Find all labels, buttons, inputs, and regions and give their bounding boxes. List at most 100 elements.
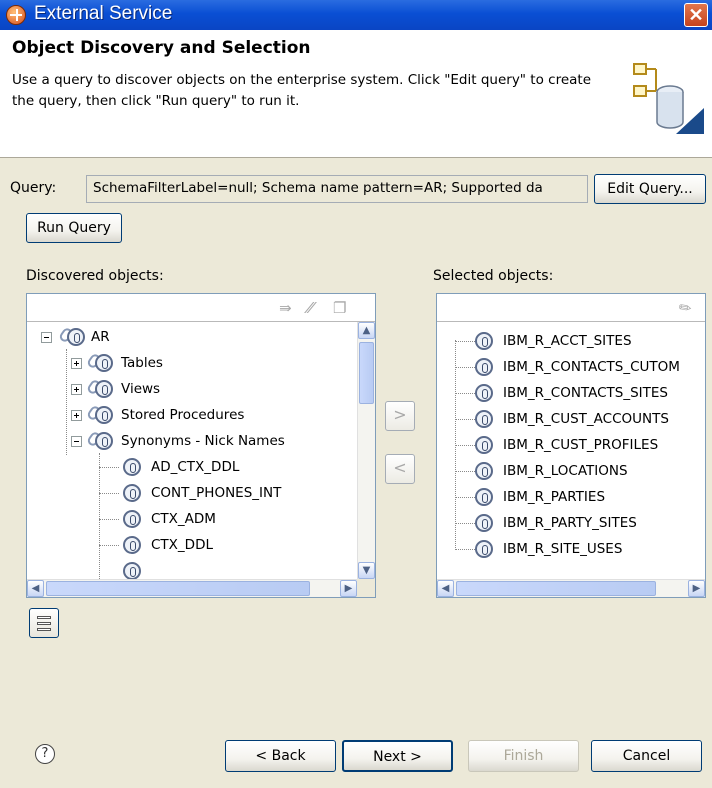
properties-icon xyxy=(37,622,51,625)
collapse-icon[interactable] xyxy=(41,332,52,343)
tree-node-partial xyxy=(27,558,357,579)
tree-node-label: Tables xyxy=(121,355,163,371)
edit-query-button[interactable]: Edit Query... xyxy=(594,174,706,204)
object-icon xyxy=(95,380,113,398)
scroll-thumb[interactable] xyxy=(46,581,310,596)
finish-button[interactable]: Finish xyxy=(468,740,579,772)
expand-icon[interactable] xyxy=(71,384,82,395)
pencil-icon[interactable]: ✎ xyxy=(675,297,696,319)
selected-item-label: IBM_R_CUST_ACCOUNTS xyxy=(503,411,669,427)
scroll-left-button[interactable]: ◀ xyxy=(437,580,454,597)
external-service-icon xyxy=(6,5,26,25)
database-wizard-icon xyxy=(633,63,704,134)
tree-node-stored-procedures[interactable]: Stored Procedures xyxy=(27,402,357,428)
remove-selection-button[interactable]: < xyxy=(385,454,415,484)
tree-node-ad-ctx-ddl[interactable]: AD_CTX_DDL xyxy=(27,454,357,480)
page-description: Use a query to discover objects on the e… xyxy=(12,72,592,109)
synonym-icon xyxy=(475,436,493,454)
scroll-thumb[interactable] xyxy=(456,581,656,596)
next-button[interactable]: Next > xyxy=(342,740,453,772)
synonym-icon xyxy=(475,332,493,350)
synonym-icon xyxy=(475,462,493,480)
scroll-thumb[interactable] xyxy=(359,342,374,404)
discovered-horizontal-scrollbar[interactable]: ◀ ▶ xyxy=(27,579,357,597)
tree-node-label: Synonyms - Nick Names xyxy=(121,433,285,449)
properties-icon xyxy=(37,628,51,631)
properties-icon xyxy=(37,616,51,619)
query-field[interactable]: SchemaFilterLabel=null; Schema name patt… xyxy=(86,175,588,203)
selected-list: IBM_R_ACCT_SITES IBM_R_CONTACTS_CUTOM IB… xyxy=(437,322,705,579)
tree-node-label: Views xyxy=(121,381,161,397)
synonym-icon xyxy=(123,536,141,554)
expand-icon[interactable] xyxy=(71,410,82,421)
selected-objects-label: Selected objects: xyxy=(433,268,554,284)
selected-item[interactable]: IBM_R_SITE_USES xyxy=(437,536,705,562)
scroll-right-button[interactable]: ▶ xyxy=(340,580,357,597)
book-icon[interactable]: ❐ xyxy=(333,300,346,316)
tree-node-tables[interactable]: Tables xyxy=(27,350,357,376)
selected-item-label: IBM_R_PARTIES xyxy=(503,489,606,505)
synonym-icon xyxy=(475,514,493,532)
close-button[interactable]: ✕ xyxy=(684,3,708,27)
tree-node-synonyms[interactable]: Synonyms - Nick Names xyxy=(27,428,357,454)
discovered-vertical-scrollbar[interactable]: ▲ ▼ xyxy=(357,322,375,579)
tree-node-cont-phones-int[interactable]: CONT_PHONES_INT xyxy=(27,480,357,506)
tree-node-label: Stored Procedures xyxy=(121,407,245,423)
object-icon xyxy=(95,432,113,450)
tree-node-ar[interactable]: AR xyxy=(27,324,357,350)
external-service-dialog: External Service ✕ Object Discovery and … xyxy=(0,0,712,788)
synonym-icon xyxy=(123,484,141,502)
selected-item[interactable]: IBM_R_PARTIES xyxy=(437,484,705,510)
add-selection-button[interactable]: > xyxy=(385,401,415,431)
tree-node-ctx-adm[interactable]: CTX_ADM xyxy=(27,506,357,532)
selected-item[interactable]: IBM_R_LOCATIONS xyxy=(437,458,705,484)
scroll-left-button[interactable]: ◀ xyxy=(27,580,44,597)
selected-item-label: IBM_R_ACCT_SITES xyxy=(503,333,632,349)
query-label: Query: xyxy=(10,180,57,196)
selected-item-label: IBM_R_SITE_USES xyxy=(503,541,623,557)
wizard-banner: Object Discovery and Selection Use a que… xyxy=(0,30,712,158)
tree-node-label: CTX_ADM xyxy=(151,511,216,527)
selected-item-label: IBM_R_CONTACTS_CUTOM xyxy=(503,359,680,375)
edit-icon[interactable]: ⁄⁄ xyxy=(308,300,313,316)
scroll-down-button[interactable]: ▼ xyxy=(358,562,375,579)
synonym-icon xyxy=(475,410,493,428)
selected-objects-panel: ✎ IBM_R_ACCT_SITES IBM_R_CONTACTS_CUTOM xyxy=(436,293,706,598)
selected-item[interactable]: IBM_R_CONTACTS_SITES xyxy=(437,380,705,406)
selected-horizontal-scrollbar[interactable]: ◀ ▶ xyxy=(437,579,705,597)
selected-item[interactable]: IBM_R_PARTY_SITES xyxy=(437,510,705,536)
discovered-objects-panel: ⇛ ⁄⁄ ❐ AR Tables Views Stored Procedures… xyxy=(26,293,376,598)
back-button[interactable]: < Back xyxy=(225,740,336,772)
object-icon xyxy=(95,406,113,424)
filter-icon[interactable]: ⇛ xyxy=(279,300,292,316)
object-icon xyxy=(95,354,113,372)
tree-node-ctx-ddl[interactable]: CTX_DDL xyxy=(27,532,357,558)
tree-node-label: CTX_DDL xyxy=(151,537,213,553)
scroll-corner xyxy=(357,579,375,597)
collapse-icon[interactable] xyxy=(71,436,82,447)
discovered-objects-label: Discovered objects: xyxy=(26,268,164,284)
cancel-button[interactable]: Cancel xyxy=(591,740,702,772)
window-title: External Service xyxy=(34,3,173,24)
synonym-icon xyxy=(123,562,141,579)
page-title: Object Discovery and Selection xyxy=(12,38,311,58)
title-bar: External Service ✕ xyxy=(0,0,712,30)
expand-icon[interactable] xyxy=(71,358,82,369)
selected-item[interactable]: IBM_R_CUST_PROFILES xyxy=(437,432,705,458)
tree-node-label: AD_CTX_DDL xyxy=(151,459,240,475)
discovered-tree: AR Tables Views Stored Procedures Synony… xyxy=(27,322,357,579)
tree-node-label: AR xyxy=(91,329,110,345)
help-icon[interactable]: ? xyxy=(35,744,55,764)
scroll-right-button[interactable]: ▶ xyxy=(688,580,705,597)
selected-item[interactable]: IBM_R_ACCT_SITES xyxy=(437,328,705,354)
scroll-up-button[interactable]: ▲ xyxy=(358,322,375,339)
tree-node-views[interactable]: Views xyxy=(27,376,357,402)
selected-item[interactable]: IBM_R_CUST_ACCOUNTS xyxy=(437,406,705,432)
selected-item-label: IBM_R_LOCATIONS xyxy=(503,463,628,479)
selected-item[interactable]: IBM_R_CONTACTS_CUTOM xyxy=(437,354,705,380)
run-query-button[interactable]: Run Query xyxy=(26,213,122,243)
properties-button[interactable] xyxy=(29,608,59,638)
selected-item-label: IBM_R_CUST_PROFILES xyxy=(503,437,659,453)
tree-node-label: CONT_PHONES_INT xyxy=(151,485,282,501)
synonym-icon xyxy=(123,510,141,528)
